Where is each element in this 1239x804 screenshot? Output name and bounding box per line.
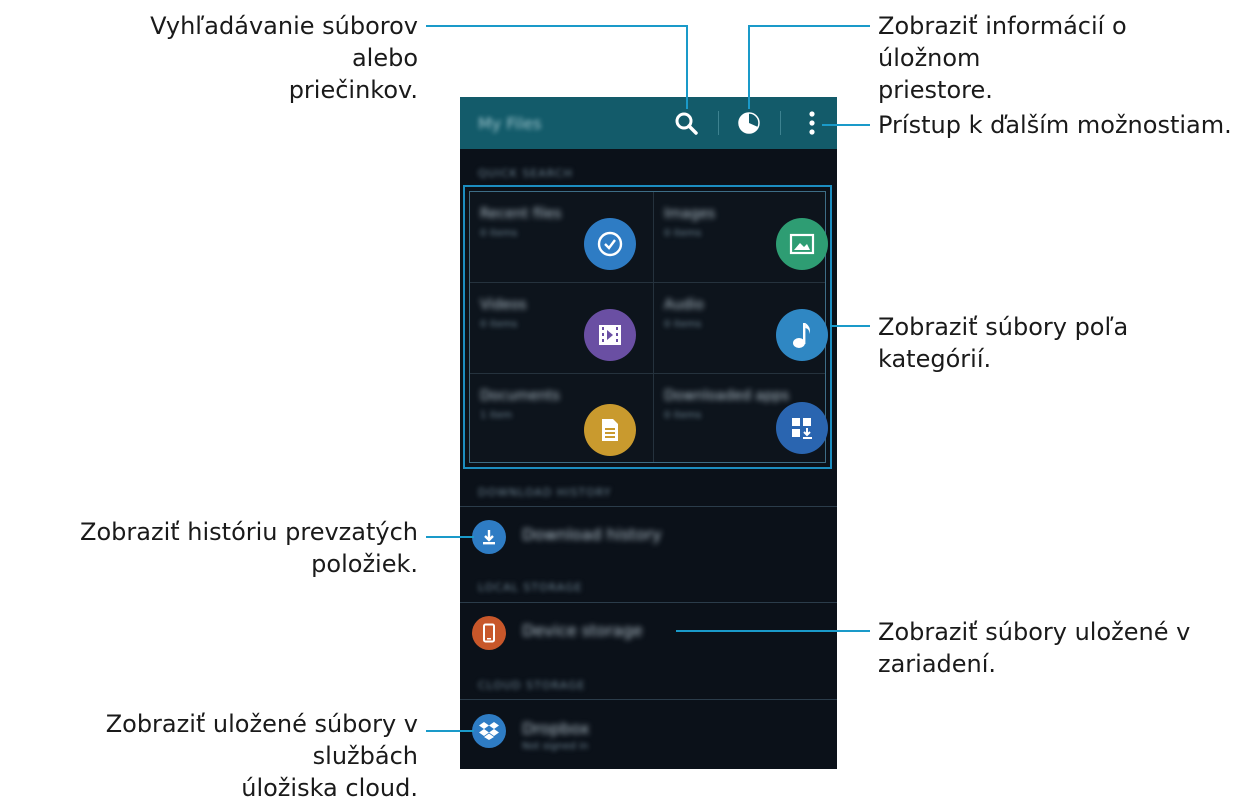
download-apps-icon (776, 402, 828, 454)
search-icon[interactable] (670, 107, 702, 139)
leader-line (426, 730, 474, 732)
leader-line (426, 536, 474, 538)
dropbox-row[interactable]: Dropbox Not signed in (460, 705, 837, 755)
category-label: Audio (664, 297, 704, 313)
callout-download-history: Zobraziť históriu prevzatých položiek. (60, 516, 418, 580)
storage-usage-icon[interactable] (733, 107, 765, 139)
category-documents[interactable]: Documents 1 item (470, 374, 650, 464)
device-storage-row[interactable]: Device storage (460, 607, 837, 657)
category-count: 0 items (480, 319, 518, 330)
phone-icon (472, 616, 506, 650)
callout-search-line1: Vyhľadávanie súborov alebo (150, 12, 418, 72)
image-icon (776, 218, 828, 270)
callout-search: Vyhľadávanie súborov alebo priečinkov. (80, 10, 418, 106)
callout-storage-info: Zobraziť informácií o úložnom priestore. (878, 10, 1233, 106)
category-recent-files[interactable]: Recent files 0 items (470, 192, 650, 282)
divider (460, 699, 837, 700)
category-count: 1 item (480, 410, 513, 421)
category-count: 0 items (480, 228, 518, 239)
leader-line (426, 25, 688, 27)
category-label: Images (664, 206, 716, 222)
callout-storage-line2: priestore. (878, 76, 993, 104)
category-videos[interactable]: Videos 0 items (470, 283, 650, 373)
category-count: 0 items (664, 228, 702, 239)
leader-line (676, 630, 870, 632)
leader-line (748, 25, 750, 109)
action-bar: My Files (460, 97, 837, 149)
callout-categories-line1: Zobraziť súbory poľa kategórií. (878, 313, 1129, 373)
category-label: Downloaded apps (664, 388, 790, 404)
document-icon (584, 404, 636, 456)
app-title: My Files (478, 114, 542, 133)
divider (460, 602, 837, 603)
row-label: Dropbox (522, 719, 590, 738)
category-audio[interactable]: Audio 0 items (654, 283, 834, 373)
callout-more-line1: Prístup k ďalším možnostiam. (878, 111, 1232, 139)
category-downloaded-apps[interactable]: Downloaded apps 0 items (654, 374, 834, 464)
category-label: Recent files (480, 206, 562, 222)
row-sublabel: Not signed in (522, 741, 589, 752)
my-files-screen: My Files QUICK SEARCH Recent files 0 ite… (460, 97, 837, 769)
callout-cloud-line1: Zobraziť uložené súbory v službách (105, 710, 418, 770)
callout-more-options: Prístup k ďalším možnostiam. (878, 109, 1233, 141)
callout-cloud: Zobraziť uložené súbory v službách úloži… (6, 708, 418, 804)
category-label: Documents (480, 388, 560, 404)
divider (460, 506, 837, 507)
section-quick-search: QUICK SEARCH (478, 167, 573, 180)
leader-line (686, 25, 688, 109)
category-grid: Recent files 0 items Images 0 items Vide… (463, 185, 832, 469)
callout-download-line1: Zobraziť históriu prevzatých (80, 518, 418, 546)
callout-device-line2: zariadení. (878, 650, 997, 678)
category-images[interactable]: Images 0 items (654, 192, 834, 282)
callout-storage-line1: Zobraziť informácií o úložnom (878, 12, 1127, 72)
callout-cloud-line2: úložiska cloud. (241, 774, 418, 802)
clock-icon (584, 218, 636, 270)
leader-line (822, 124, 870, 126)
section-local-storage: LOCAL STORAGE (478, 581, 583, 594)
section-cloud-storage: CLOUD STORAGE (478, 679, 586, 692)
section-download-history: DOWNLOAD HISTORY (478, 486, 612, 499)
category-grid-inner: Recent files 0 items Images 0 items Vide… (469, 191, 828, 464)
download-icon (472, 520, 506, 554)
dropbox-icon (472, 714, 506, 748)
music-note-icon (776, 309, 828, 361)
callout-search-line2: priečinkov. (288, 76, 418, 104)
more-options-icon[interactable] (796, 107, 828, 139)
download-history-row[interactable]: Download history (460, 511, 837, 561)
callout-download-line2: položiek. (311, 550, 418, 578)
film-icon (584, 309, 636, 361)
category-count: 0 items (664, 319, 702, 330)
row-label: Device storage (522, 621, 643, 640)
category-count: 0 items (664, 410, 702, 421)
callout-device-line1: Zobraziť súbory uložené v (878, 618, 1191, 646)
separator (718, 111, 719, 135)
callout-categories: Zobraziť súbory poľa kategórií. (878, 311, 1236, 375)
leader-line (748, 25, 870, 27)
category-label: Videos (480, 297, 527, 313)
row-label: Download history (522, 525, 662, 544)
separator (780, 111, 781, 135)
callout-device-storage: Zobraziť súbory uložené v zariadení. (878, 616, 1233, 680)
leader-line (830, 325, 870, 327)
